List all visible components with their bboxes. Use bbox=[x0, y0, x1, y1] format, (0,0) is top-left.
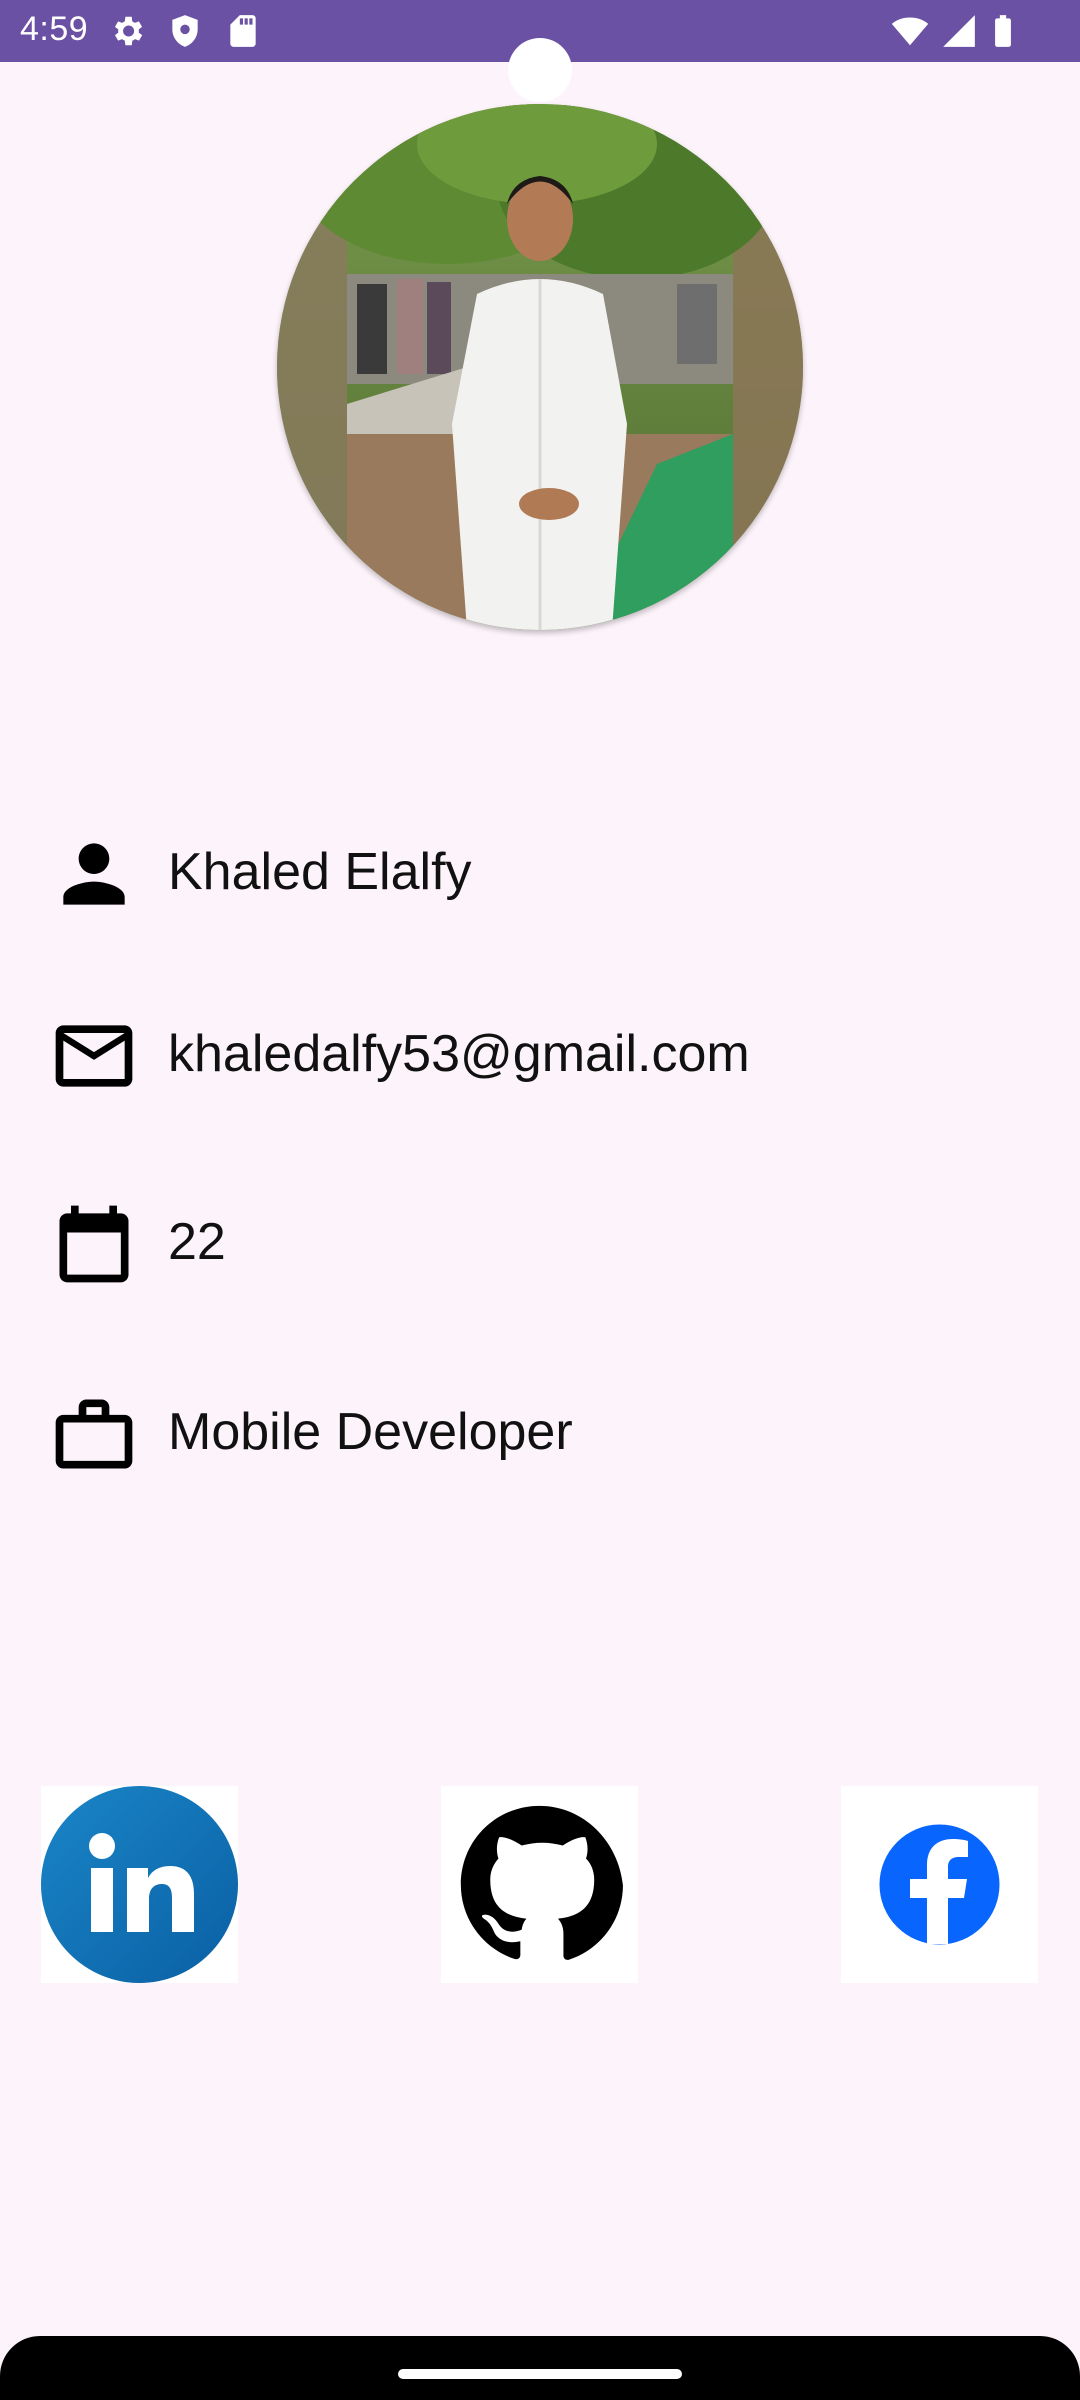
linkedin-button[interactable] bbox=[41, 1786, 238, 1983]
job-text: Mobile Developer bbox=[168, 1403, 573, 1461]
mail-icon bbox=[55, 1025, 133, 1087]
github-button[interactable] bbox=[441, 1786, 638, 1983]
camera-cutout bbox=[508, 38, 572, 102]
navigation-bar bbox=[0, 2336, 1080, 2400]
briefcase-icon bbox=[55, 1399, 133, 1469]
home-gesture-handle[interactable] bbox=[398, 2369, 682, 2379]
signal-icon bbox=[943, 15, 975, 47]
age-text: 22 bbox=[168, 1213, 226, 1271]
wifi-icon bbox=[891, 17, 929, 46]
email-row: khaledalfy53@gmail.com bbox=[48, 1002, 1028, 1102]
email-text: khaledalfy53@gmail.com bbox=[168, 1025, 750, 1083]
github-icon bbox=[460, 1805, 623, 1960]
name-row: Khaled Elalfy bbox=[48, 820, 1028, 920]
job-row: Mobile Developer bbox=[48, 1380, 1028, 1480]
person-icon bbox=[63, 843, 125, 905]
facebook-button[interactable] bbox=[841, 1786, 1038, 1983]
status-time: 4:59 bbox=[20, 10, 89, 48]
gear-icon bbox=[114, 16, 143, 46]
name-text: Khaled Elalfy bbox=[168, 843, 472, 901]
profile-photo-image bbox=[277, 104, 803, 630]
battery-icon bbox=[995, 15, 1011, 47]
calendar-icon bbox=[59, 1205, 129, 1283]
facebook-icon bbox=[879, 1824, 1000, 1945]
profile-photo[interactable] bbox=[277, 104, 803, 630]
linkedin-icon bbox=[41, 1786, 238, 1983]
age-row: 22 bbox=[48, 1190, 1028, 1290]
shield-icon bbox=[172, 15, 198, 47]
sd-card-icon bbox=[230, 15, 256, 47]
